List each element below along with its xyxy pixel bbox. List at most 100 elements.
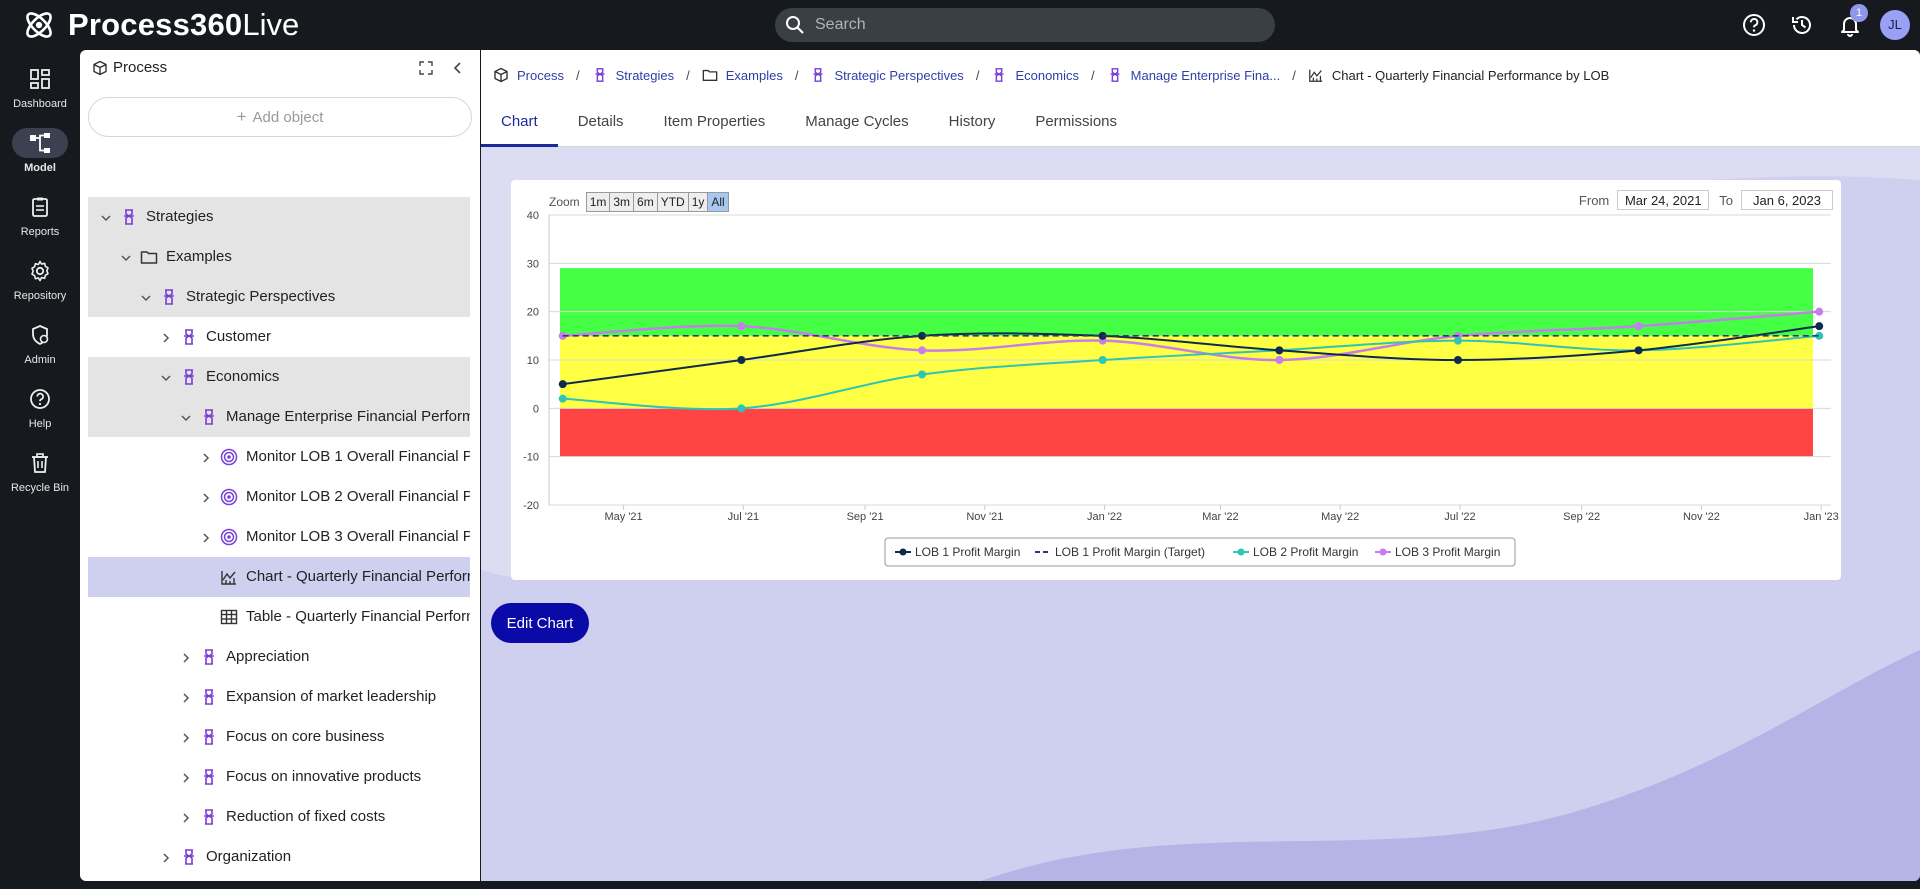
chevron-right-icon[interactable] — [180, 691, 192, 703]
tree-row[interactable]: Customer — [88, 317, 470, 357]
main-content: Process / Strategies / Examples / Strategic Pe… — [481, 50, 1920, 881]
legend-marker-dot — [1379, 548, 1387, 556]
breadcrumb-label: Chart - Quarterly Financial Performance … — [1331, 67, 1610, 83]
chevron-right-icon[interactable] — [200, 491, 212, 503]
to-date-input[interactable] — [1741, 190, 1833, 210]
tree-row[interactable]: Monitor LOB 2 Overall Financial P — [88, 477, 470, 517]
chevron-right-icon[interactable] — [180, 651, 192, 663]
tree-header: Process — [80, 50, 480, 86]
legend-entry: LOB 1 Profit Margin — [915, 545, 1020, 559]
search-input[interactable] — [815, 16, 1255, 34]
tab-manage-cycles[interactable]: Manage Cycles — [785, 104, 928, 147]
tree-row[interactable]: Reduction of fixed costs — [88, 797, 470, 837]
tree-row[interactable]: Focus on innovative products — [88, 757, 470, 797]
nav-model[interactable]: Model — [0, 128, 80, 186]
chevron-down-icon[interactable] — [120, 251, 132, 263]
breadcrumb-item[interactable]: Economics — [991, 67, 1079, 83]
user-avatar[interactable]: JL — [1880, 10, 1910, 40]
zoom-button-1y[interactable]: 1y — [688, 192, 709, 212]
tree-row[interactable]: Chart - Quarterly Financial Perforn — [88, 557, 470, 597]
breadcrumb-item[interactable]: Strategies — [592, 67, 674, 83]
help-circle-icon[interactable] — [1741, 12, 1767, 38]
y-tick-label: 10 — [527, 355, 539, 367]
chevron-down-icon[interactable] — [100, 211, 112, 223]
tree-row[interactable]: Monitor LOB 3 Overall Financial P — [88, 517, 470, 557]
breadcrumb-item[interactable]: Strategic Perspectives — [810, 67, 964, 83]
tree-panel: Process + Add object Strategies Examples St… — [80, 50, 480, 881]
nav-repository[interactable]: Repository — [0, 256, 80, 314]
breadcrumb-separator: / — [1091, 67, 1095, 83]
tree-row[interactable]: Strategies — [88, 197, 470, 237]
tree-row[interactable]: Partners — [88, 877, 470, 881]
nav-help-label: Help — [28, 418, 52, 430]
top-bar: Process360Live 1 JL — [0, 0, 1920, 50]
zoom-button-3m[interactable]: 3m — [610, 192, 635, 212]
nav-help[interactable]: Help — [0, 384, 80, 442]
data-point — [1815, 322, 1824, 331]
breadcrumb-item[interactable]: Process — [493, 67, 564, 83]
zoom-button-6m[interactable]: 6m — [634, 192, 658, 212]
tab-chart[interactable]: Chart — [481, 104, 558, 147]
history-icon[interactable] — [1789, 12, 1815, 38]
chevron-right-icon[interactable] — [200, 531, 212, 543]
add-object-button[interactable]: + Add object — [88, 97, 472, 137]
nav-recycle-bin[interactable]: Recycle Bin — [0, 448, 80, 506]
tree-list: Strategies Examples Strategic Perspectives… — [88, 197, 470, 881]
chart-icon — [220, 568, 238, 586]
trash-icon — [32, 453, 48, 473]
tree-row-label: Monitor LOB 1 Overall Financial P — [246, 448, 470, 465]
chevron-right-icon[interactable] — [180, 811, 192, 823]
tree-row-label: Table - Quarterly Financial Perforn — [246, 608, 470, 625]
tree-row[interactable]: Strategic Perspectives — [88, 277, 470, 317]
breadcrumb-item[interactable]: Examples — [702, 67, 783, 83]
zoom-controls: Zoom 1m 3m 6m YTD 1y All — [549, 192, 729, 212]
chevron-down-icon[interactable] — [180, 411, 192, 423]
tree-row[interactable]: Monitor LOB 1 Overall Financial P — [88, 437, 470, 477]
chevron-right-icon[interactable] — [180, 771, 192, 783]
tree-row[interactable]: Examples — [88, 237, 470, 277]
tree-row[interactable]: Table - Quarterly Financial Perforn — [88, 597, 470, 637]
chevron-down-icon[interactable] — [140, 291, 152, 303]
tab-permissions[interactable]: Permissions — [1015, 104, 1137, 147]
search-bar[interactable] — [775, 8, 1275, 42]
tab-item-properties[interactable]: Item Properties — [644, 104, 786, 147]
nav-admin[interactable]: Admin — [0, 320, 80, 378]
zoom-button-ytd[interactable]: YTD — [657, 192, 689, 212]
strategy-icon — [120, 208, 138, 226]
tree-row-label: Strategies — [146, 208, 214, 225]
tree-row[interactable]: Expansion of market leadership — [88, 677, 470, 717]
x-tick-label: Jul '22 — [1444, 511, 1475, 523]
chevron-down-icon[interactable] — [160, 371, 172, 383]
chevron-right-icon[interactable] — [200, 451, 212, 463]
tab-details[interactable]: Details — [558, 104, 644, 147]
from-label: From — [1578, 192, 1610, 208]
legend-entry: LOB 2 Profit Margin — [1253, 545, 1358, 559]
edit-chart-button[interactable]: Edit Chart — [491, 603, 589, 643]
cube-icon — [493, 67, 517, 83]
add-object-label: Add object — [252, 109, 324, 126]
tree-row[interactable]: Manage Enterprise Financial Perform — [88, 397, 470, 437]
from-date-input[interactable] — [1617, 190, 1710, 210]
nav-dashboard[interactable]: Dashboard — [0, 64, 80, 122]
chevron-right-icon[interactable] — [160, 851, 172, 863]
zoom-button-1m[interactable]: 1m — [585, 192, 611, 212]
tree-row[interactable]: Organization — [88, 837, 470, 877]
y-tick-label: 40 — [527, 210, 539, 222]
folder-icon — [702, 67, 726, 83]
zoom-button-all[interactable]: All — [708, 192, 729, 212]
tree-row-label: Customer — [206, 328, 272, 345]
tree-row[interactable]: Economics — [88, 357, 470, 397]
chevron-right-icon[interactable] — [180, 731, 192, 743]
notification-badge: 1 — [1850, 4, 1868, 22]
breadcrumb-item[interactable]: Manage Enterprise Fina... — [1107, 67, 1280, 83]
nav-reports[interactable]: Reports — [0, 192, 80, 250]
tab-history[interactable]: History — [929, 104, 1016, 147]
fullscreen-icon[interactable] — [418, 60, 434, 76]
x-tick-label: Sep '22 — [1563, 511, 1600, 523]
brand-logo[interactable]: Process360 Live — [22, 7, 299, 43]
collapse-panel-icon[interactable] — [450, 60, 466, 76]
y-tick-label: 0 — [533, 403, 539, 415]
tree-row[interactable]: Appreciation — [88, 637, 470, 677]
chevron-right-icon[interactable] — [160, 331, 172, 343]
tree-row[interactable]: Focus on core business — [88, 717, 470, 757]
